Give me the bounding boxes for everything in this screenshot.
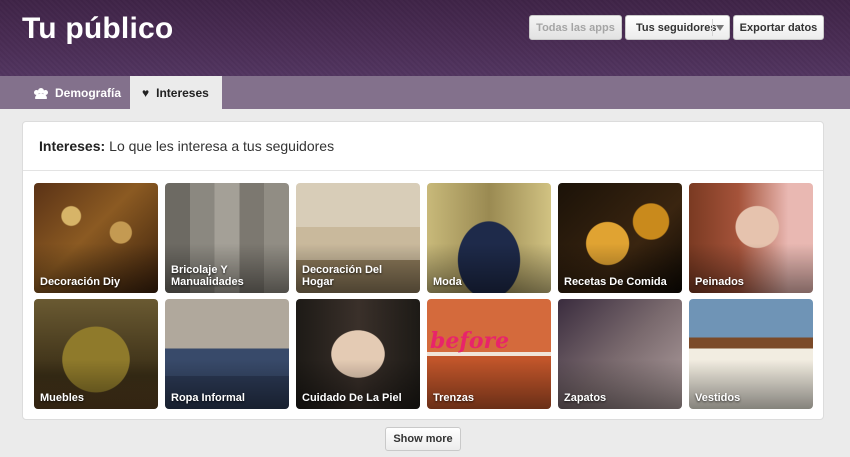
interests-card: Intereses: Lo que les interesa a tus seg… [22, 121, 824, 420]
interest-tile-label: Ropa Informal [171, 392, 245, 404]
interest-tile-muebles[interactable]: Muebles [34, 299, 158, 409]
interest-tile-label: Recetas De Comida [564, 276, 667, 288]
tab-interests-label: Intereses [156, 85, 209, 100]
interests-heading-text: Lo que les interesa a tus seguidores [109, 138, 335, 154]
interest-tile-label: Bricolaje Y Manualidades [171, 264, 244, 288]
interest-tile-label: Zapatos [564, 392, 607, 404]
heart-icon: ♥ [142, 85, 150, 100]
interest-tile-vestidos[interactable]: Vestidos [689, 299, 813, 409]
interest-tile-decoracion-diy[interactable]: Decoración Diy [34, 183, 158, 293]
chevron-down-icon [716, 25, 724, 31]
dropdown-divider [712, 19, 713, 36]
followers-dropdown[interactable]: Tus seguidores [625, 15, 730, 40]
interest-tile-label: Vestidos [695, 392, 741, 404]
interest-tile-label: Decoración Diy [40, 276, 121, 288]
tab-demographics[interactable]: Demografía [22, 76, 130, 109]
export-data-button[interactable]: Exportar datos [733, 15, 824, 40]
interest-tile-label: Decoración Del Hogar [302, 264, 383, 288]
interest-tile-peinados[interactable]: Peinados [689, 183, 813, 293]
interest-tile-bricolaje[interactable]: Bricolaje Y Manualidades [165, 183, 289, 293]
header-banner: Tu público Todas las apps Tus seguidores… [0, 0, 850, 76]
interests-heading-bold: Intereses: [39, 138, 106, 154]
interest-tile-moda[interactable]: Moda [427, 183, 551, 293]
interest-tile-label: Trenzas [433, 392, 474, 404]
interest-tile-cuidado-piel[interactable]: Cuidado De La Piel [296, 299, 420, 409]
all-apps-button[interactable]: Todas las apps [529, 15, 622, 40]
interest-tile-recetas[interactable]: Recetas De Comida [558, 183, 682, 293]
interest-tile-trenzas[interactable]: before Trenzas [427, 299, 551, 409]
interest-tile-zapatos[interactable]: Zapatos [558, 299, 682, 409]
interest-tile-decoracion-hogar[interactable]: Decoración Del Hogar [296, 183, 420, 293]
interest-tile-label: Cuidado De La Piel [302, 392, 402, 404]
interest-tile-ropa-informal[interactable]: Ropa Informal [165, 299, 289, 409]
page-title: Tu público [22, 12, 174, 45]
tab-bar: Demografía ♥ Intereses [0, 76, 850, 109]
interest-tile-label: Moda [433, 276, 462, 288]
tab-interests[interactable]: ♥ Intereses [130, 76, 222, 109]
interests-heading: Intereses: Lo que les interesa a tus seg… [23, 122, 823, 171]
people-icon [34, 87, 48, 99]
show-more-button[interactable]: Show more [385, 427, 461, 451]
followers-dropdown-label: Tus seguidores [636, 21, 717, 34]
interest-tile-label: Peinados [695, 276, 744, 288]
tab-demographics-label: Demografía [55, 85, 122, 100]
interest-tile-label: Muebles [40, 392, 85, 404]
interests-grid: Decoración Diy Bricolaje Y Manualidades … [34, 183, 813, 409]
